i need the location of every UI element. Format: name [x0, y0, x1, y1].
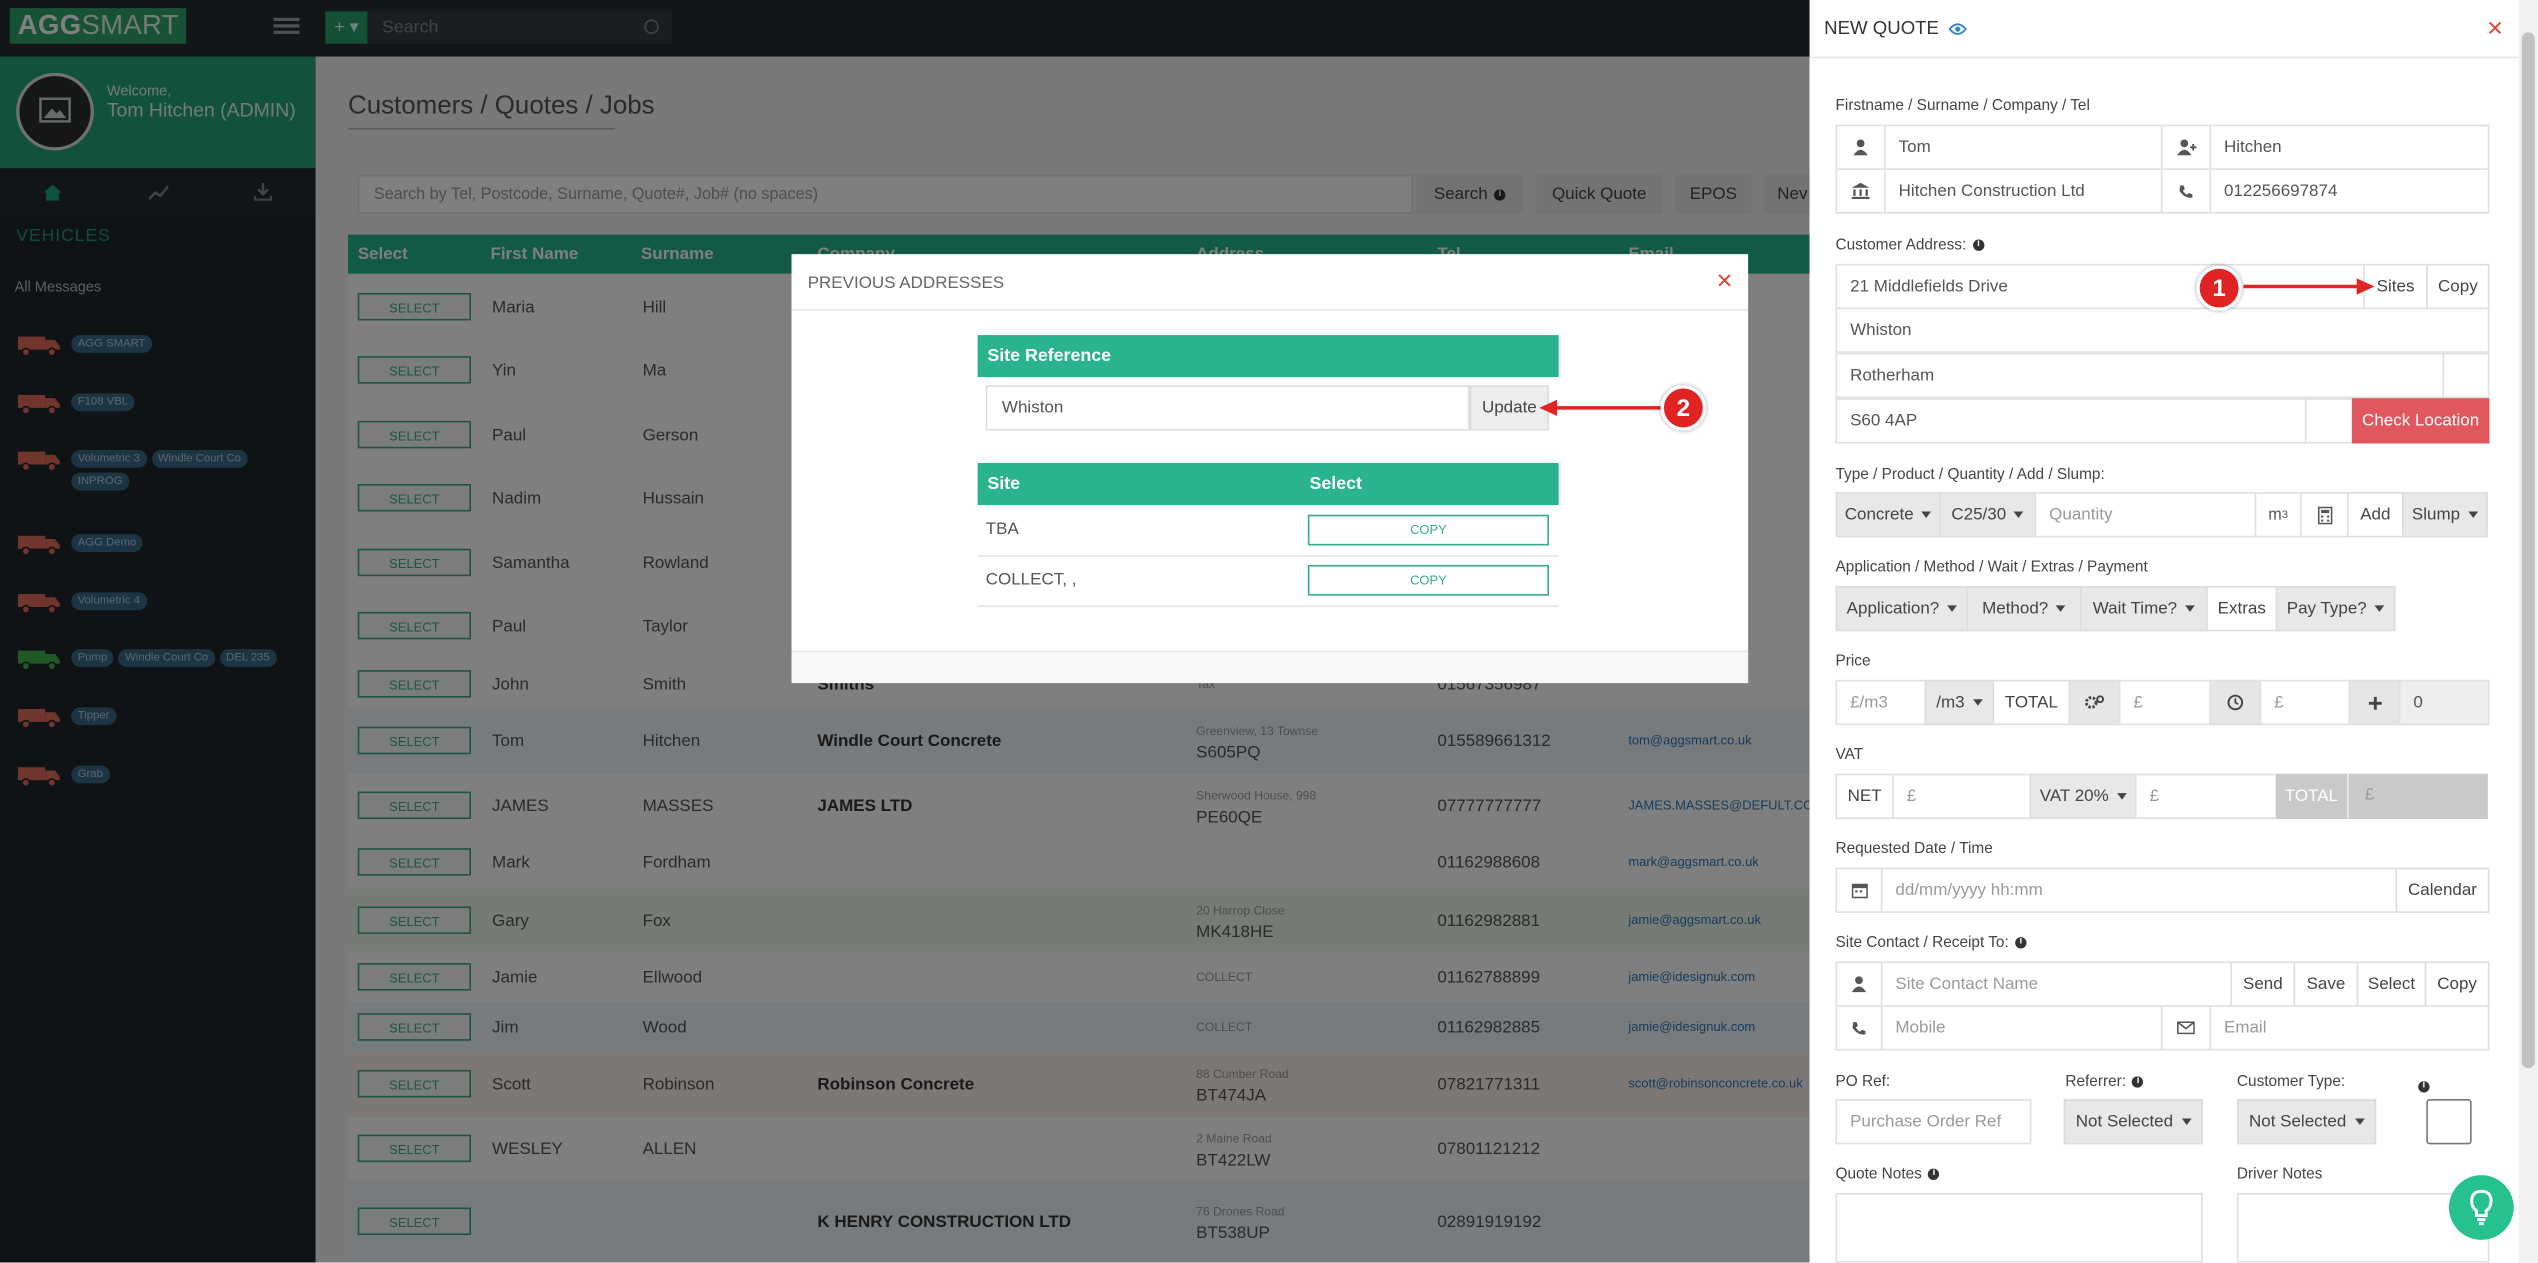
annotation-marker-2: 2: [1660, 385, 1707, 431]
annotation-arrowhead-1: [2356, 278, 2375, 295]
annotation-arrowhead-2: [1539, 399, 1558, 416]
annotation-marker-1: 1: [2196, 265, 2242, 311]
annotation-layer: [1539, 278, 2375, 416]
